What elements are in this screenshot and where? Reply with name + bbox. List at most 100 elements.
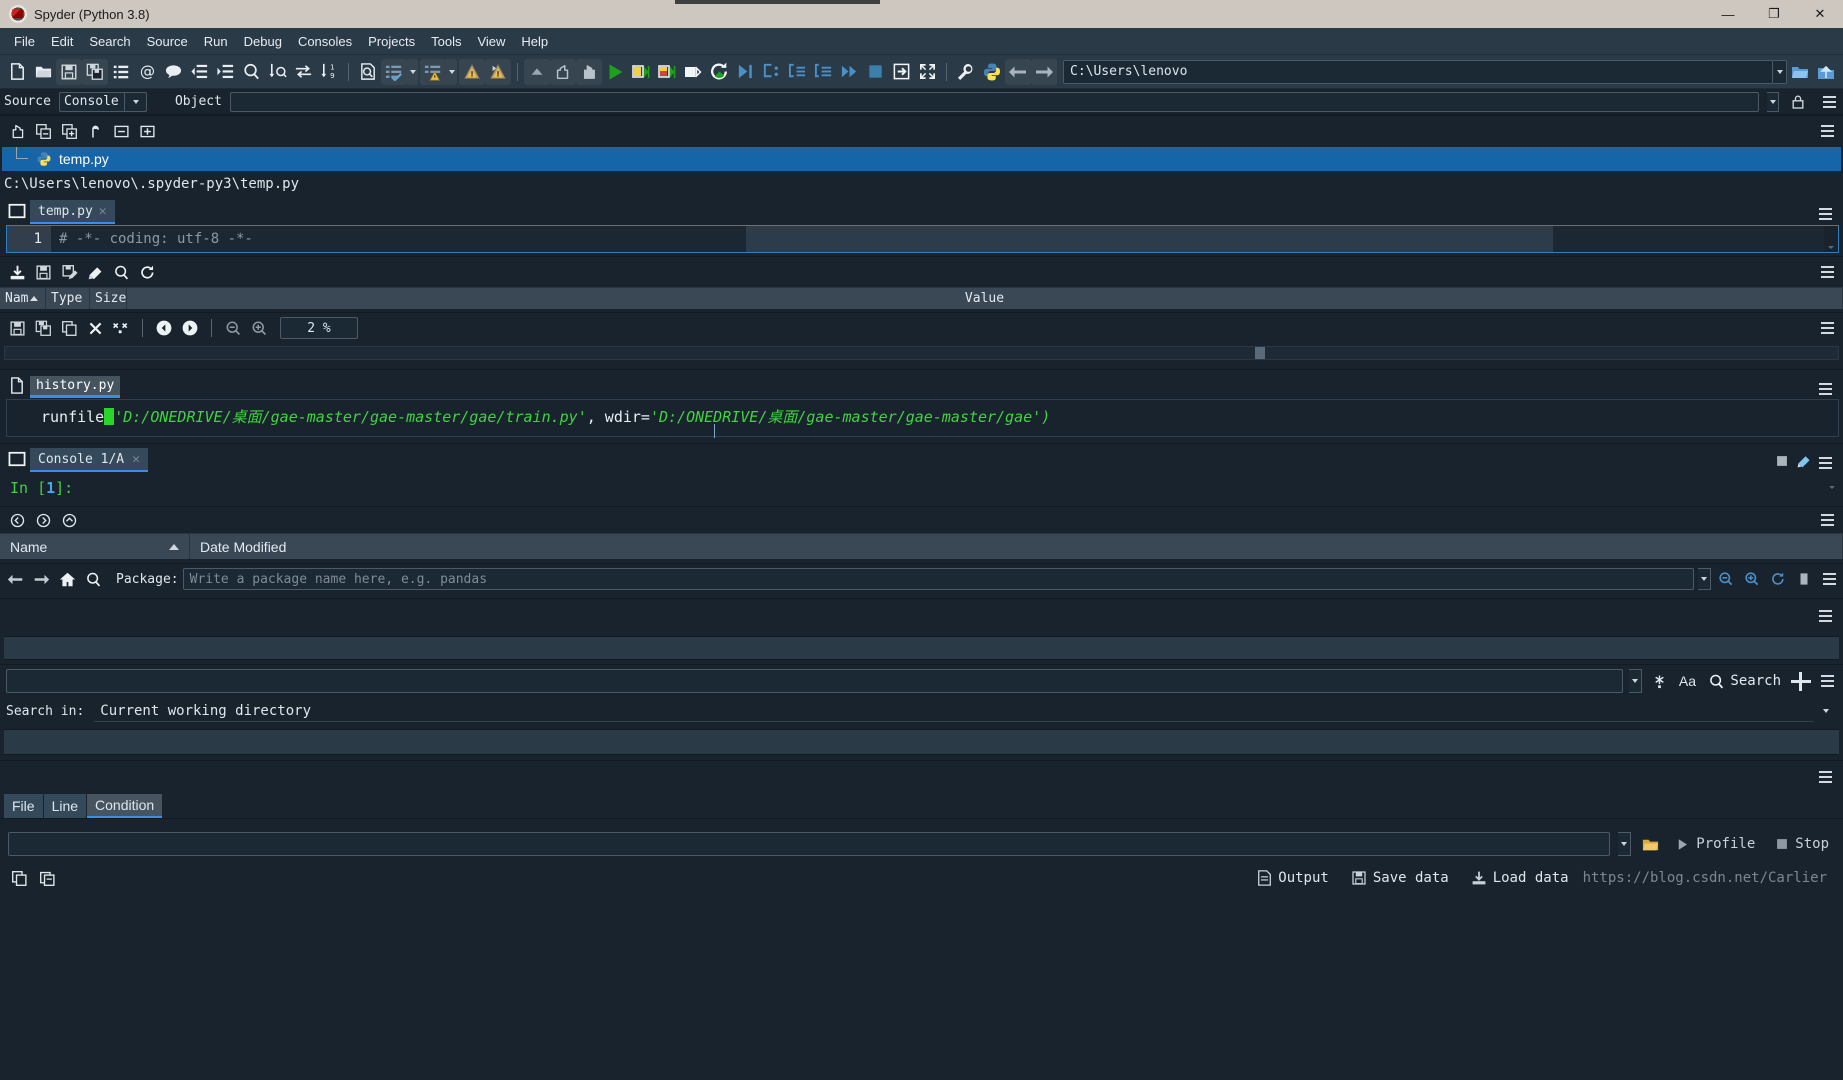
zoom-in-icon[interactable] — [1741, 568, 1763, 590]
regex-icon[interactable] — [1648, 670, 1670, 692]
plot-zoom-value[interactable]: 2 % — [280, 317, 358, 339]
scrollbar-thumb[interactable] — [1255, 347, 1265, 359]
find-search-input[interactable] — [6, 669, 1624, 693]
working-directory-field[interactable]: C:\Users\lenovo — [1063, 59, 1773, 84]
refresh-icon[interactable] — [1767, 568, 1789, 590]
menu-run[interactable]: Run — [196, 31, 236, 52]
column-header-name[interactable]: Nam — [0, 288, 46, 309]
save-all-plots-icon[interactable] — [32, 317, 54, 339]
browse-folder-icon[interactable] — [1787, 59, 1813, 85]
menu-source[interactable]: Source — [139, 31, 196, 52]
open-file-icon[interactable] — [30, 59, 56, 85]
zoom-out-icon[interactable] — [222, 317, 244, 339]
breakpoints-tab-file[interactable]: File — [4, 794, 43, 818]
menu-file[interactable]: File — [6, 31, 43, 52]
pythonpath-icon[interactable] — [979, 59, 1005, 85]
paste-icon[interactable] — [36, 867, 58, 889]
stop-icon[interactable] — [862, 59, 888, 85]
debug-file-icon[interactable] — [459, 58, 485, 85]
search-in-combo[interactable]: Current working directory — [94, 700, 1813, 722]
debug-cell-icon[interactable] — [485, 58, 511, 85]
working-directory-dropdown-icon[interactable] — [1773, 59, 1787, 84]
profiler-file-dropdown-icon[interactable] — [1618, 832, 1632, 856]
find-search-button[interactable]: Search — [1704, 673, 1785, 690]
collapse-all-icon[interactable] — [110, 120, 132, 142]
find-icon[interactable] — [82, 568, 104, 590]
new-project-icon[interactable] — [6, 120, 28, 142]
load-data-button[interactable]: Load data — [1463, 870, 1577, 886]
save-all-icon[interactable] — [82, 58, 108, 85]
debug-continue-icon[interactable] — [758, 59, 784, 85]
run-cell-icon[interactable] — [381, 58, 407, 85]
next-dir-icon[interactable] — [32, 509, 54, 531]
object-input[interactable] — [229, 91, 1759, 112]
history-content[interactable]: runfile 'D:/ONEDRIVE/桌面/gae-master/gae-ma… — [6, 399, 1839, 438]
minimize-button[interactable]: — — [1705, 0, 1751, 28]
exit-debug-icon[interactable] — [888, 59, 914, 85]
project-options-menu-icon[interactable] — [1817, 125, 1837, 137]
menu-view[interactable]: View — [469, 31, 513, 52]
editor-code-line[interactable]: # -*- coding: utf-8 -*- — [51, 226, 1824, 252]
run-cell-green-icon[interactable] — [628, 59, 654, 85]
remove-all-plots-icon[interactable] — [110, 317, 132, 339]
find-options-menu-icon[interactable] — [1817, 675, 1837, 687]
remove-all-icon[interactable] — [84, 261, 106, 283]
previous-dir-icon[interactable] — [6, 509, 28, 531]
package-input[interactable]: Write a package name here, e.g. pandas — [182, 568, 1694, 590]
home-icon[interactable] — [56, 568, 78, 590]
forward-icon[interactable] — [30, 568, 52, 590]
unindent-icon[interactable] — [186, 59, 212, 85]
history-options-menu-icon[interactable] — [1815, 383, 1835, 395]
save-data-button[interactable]: Save data — [1343, 870, 1457, 886]
new-file-icon[interactable] — [4, 59, 30, 85]
menu-consoles[interactable]: Consoles — [290, 31, 360, 52]
find-next-icon[interactable] — [264, 59, 290, 85]
tree-item-temp-py[interactable]: temp.py — [2, 147, 1841, 171]
run-cell-advance-icon[interactable] — [420, 58, 446, 85]
stop-icon[interactable] — [1793, 568, 1815, 590]
collapse-selection-icon[interactable] — [32, 120, 54, 142]
search-icon[interactable] — [110, 261, 132, 283]
breakpoints-tab-condition[interactable]: Condition — [87, 794, 163, 818]
file-switcher-icon[interactable] — [108, 59, 134, 85]
empty-pane-options-menu-icon[interactable] — [1815, 609, 1835, 622]
goto-line-icon[interactable]: 19 — [316, 59, 342, 85]
lock-icon[interactable] — [1787, 91, 1809, 113]
editor-tab-temp-py[interactable]: temp.py ✕ — [30, 200, 115, 224]
editor-code-area[interactable]: 1 # -*- coding: utf-8 -*- — [6, 225, 1839, 253]
debug-step-icon[interactable] — [732, 59, 758, 85]
object-dropdown-icon[interactable] — [1767, 91, 1779, 112]
indent-icon[interactable] — [212, 59, 238, 85]
remove-plot-icon[interactable] — [84, 317, 106, 339]
next-plot-icon[interactable] — [179, 317, 201, 339]
forward-icon[interactable] — [1031, 58, 1057, 85]
refresh-icon[interactable] — [136, 261, 158, 283]
save-data-icon[interactable] — [32, 261, 54, 283]
profiler-profile-button[interactable]: Profile — [1669, 836, 1761, 852]
run-cell-dropdown-icon[interactable] — [407, 58, 418, 85]
column-header-type[interactable]: Type — [46, 288, 90, 309]
maximize-button[interactable]: ❐ — [1751, 0, 1797, 28]
clear-console-icon[interactable] — [1793, 450, 1815, 472]
close-icon[interactable]: ✕ — [132, 452, 140, 467]
run-selection-icon[interactable] — [680, 59, 706, 85]
copy-plot-icon[interactable] — [58, 317, 80, 339]
copy-icon[interactable] — [8, 867, 30, 889]
menu-projects[interactable]: Projects — [360, 31, 423, 52]
column-header-size[interactable]: Size — [90, 288, 127, 309]
profiler-file-input[interactable] — [8, 832, 1611, 856]
breakpoints-options-menu-icon[interactable] — [1815, 770, 1835, 783]
restore-icon[interactable] — [84, 120, 106, 142]
collapse-icon[interactable] — [524, 58, 550, 85]
preferences-icon[interactable] — [953, 59, 979, 85]
plots-horizontal-scrollbar[interactable] — [4, 343, 1839, 363]
help-source-combo[interactable]: Console — [58, 91, 147, 112]
case-sensitive-toggle[interactable]: Aa — [1676, 670, 1698, 692]
help-options-menu-icon[interactable] — [1819, 95, 1839, 108]
plus-icon[interactable] — [1791, 671, 1811, 691]
menu-help[interactable]: Help — [513, 31, 556, 52]
import-data-icon[interactable] — [6, 261, 28, 283]
profiler-stop-button[interactable]: Stop — [1769, 836, 1835, 852]
column-header-date-modified[interactable]: Date Modified — [190, 534, 1843, 559]
menu-debug[interactable]: Debug — [236, 31, 290, 52]
